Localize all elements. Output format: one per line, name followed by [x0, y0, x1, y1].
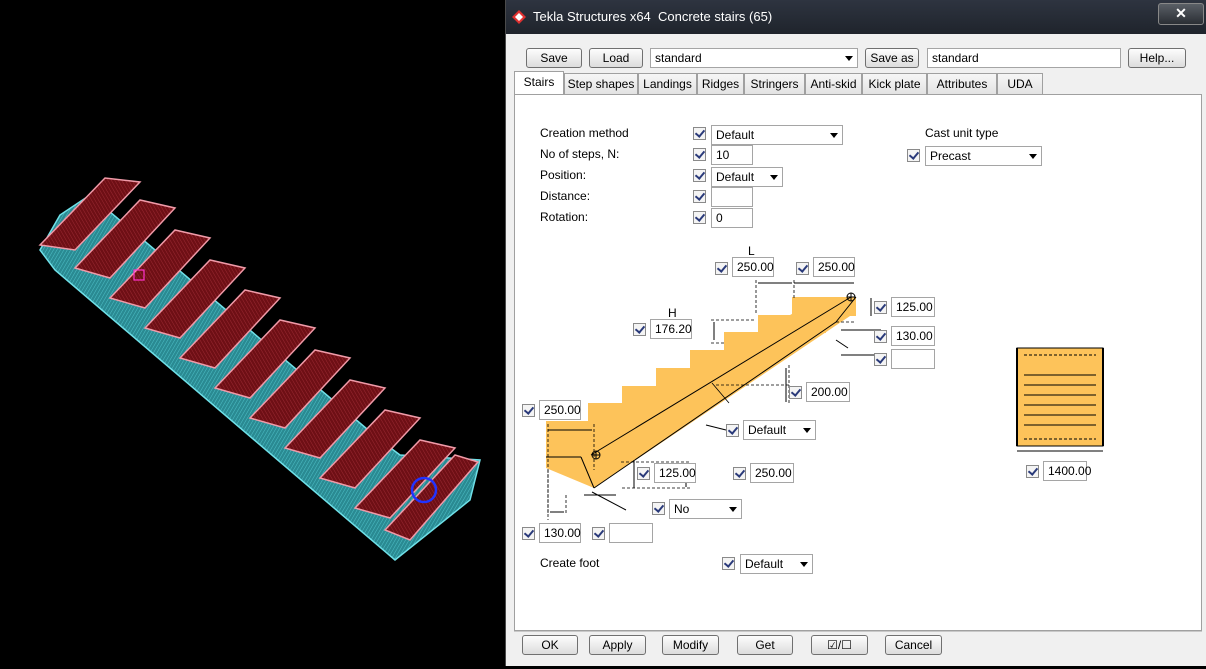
create-foot-value: Default [745, 557, 784, 571]
cast-unit-label: Cast unit type [925, 126, 999, 140]
creation-method-select[interactable]: Default [711, 125, 843, 145]
l1-checkbox[interactable] [715, 262, 728, 275]
concrete-stairs-dialog: Tekla Structures x64 Concrete stairs (65… [505, 0, 1206, 666]
steps-label: No of steps, N: [540, 147, 620, 161]
position-label: Position: [540, 168, 587, 182]
steps-input[interactable]: 10 [711, 145, 753, 165]
chevron-down-icon [830, 133, 838, 138]
position-checkbox[interactable] [693, 169, 706, 182]
cast-unit-checkbox[interactable] [907, 149, 920, 162]
preset-value: standard [655, 51, 702, 65]
bottom-step-checkbox[interactable] [637, 467, 650, 480]
slab-type-value: Default [748, 423, 787, 437]
creation-method-value: Default [716, 128, 755, 142]
bottom-offset1-checkbox[interactable] [522, 527, 535, 540]
bottom-height-checkbox[interactable] [733, 467, 746, 480]
width-input[interactable]: 1400.00 [1043, 461, 1091, 481]
tab-anti-skid[interactable]: Anti-skid [805, 73, 862, 95]
tab-step-shapes[interactable]: Step shapes [564, 73, 638, 95]
creation-method-label: Creation method [540, 126, 629, 140]
get-button[interactable]: Get [737, 635, 793, 655]
rotation-checkbox[interactable] [693, 211, 706, 224]
window-title: Tekla Structures x64 Concrete stairs (65… [533, 9, 773, 24]
load-button[interactable]: Load [589, 48, 643, 68]
chevron-down-icon [803, 428, 811, 433]
thickness-input[interactable]: 200.00 [806, 382, 850, 402]
bottom-offset2-checkbox[interactable] [592, 527, 605, 540]
distance-input[interactable] [711, 187, 753, 207]
distance-label: Distance: [540, 189, 591, 203]
h-checkbox[interactable] [633, 323, 646, 336]
chevron-down-icon [770, 175, 778, 180]
preset-select[interactable]: standard [650, 48, 858, 68]
bottom-height-input[interactable]: 250.00 [750, 463, 794, 483]
bottom-option-select[interactable]: No [669, 499, 742, 519]
create-foot-checkbox[interactable] [722, 557, 735, 570]
title-bar[interactable]: Tekla Structures x64 Concrete stairs (65… [506, 0, 1206, 34]
save-as-name-input[interactable]: standard [927, 48, 1121, 68]
position-select[interactable]: Default [711, 167, 783, 187]
bottom-offset1-input[interactable]: 130.00 [539, 523, 581, 543]
creation-method-checkbox[interactable] [693, 127, 706, 140]
cast-unit-value: Precast [930, 149, 971, 163]
modify-button[interactable]: Modify [662, 635, 719, 655]
rotation-input[interactable]: 0 [711, 208, 753, 228]
height-h-label: H [668, 306, 677, 320]
cancel-button[interactable]: Cancel [885, 635, 942, 655]
top-offset2-input[interactable]: 130.00 [891, 326, 935, 346]
ok-button[interactable]: OK [522, 635, 578, 655]
cast-unit-select[interactable]: Precast [925, 146, 1042, 166]
apply-button[interactable]: Apply [589, 635, 646, 655]
top-offset2-checkbox[interactable] [874, 330, 887, 343]
h-input[interactable]: 176.20 [650, 319, 692, 339]
rotation-label: Rotation: [540, 210, 589, 224]
close-icon[interactable]: ✕ [1158, 3, 1204, 25]
stair-3d-model [38, 177, 481, 561]
left-length-input[interactable]: 250.00 [539, 400, 581, 420]
steps-checkbox[interactable] [693, 148, 706, 161]
stair-profile-diagram [546, 280, 881, 520]
tab-stairs[interactable]: Stairs [514, 71, 564, 95]
bottom-step-input[interactable]: 125.00 [654, 463, 696, 483]
create-foot-select[interactable]: Default [740, 554, 813, 574]
chevron-down-icon [800, 562, 808, 567]
toggle-all-checkboxes-button[interactable]: ☑/☐ [811, 635, 868, 655]
top-offset3-checkbox[interactable] [874, 353, 887, 366]
top-offset3-input[interactable] [891, 349, 935, 369]
tab-ridges[interactable]: Ridges [697, 73, 744, 95]
tab-landings[interactable]: Landings [638, 73, 697, 95]
save-button[interactable]: Save [526, 48, 582, 68]
position-value: Default [716, 170, 755, 184]
tekla-logo-icon [512, 10, 526, 24]
footer-divider [514, 631, 1202, 632]
l2-input[interactable]: 250.00 [813, 257, 855, 277]
chevron-down-icon [729, 507, 737, 512]
left-length-checkbox[interactable] [522, 404, 535, 417]
top-offset1-checkbox[interactable] [874, 301, 887, 314]
l2-checkbox[interactable] [796, 262, 809, 275]
distance-checkbox[interactable] [693, 190, 706, 203]
chevron-down-icon [845, 56, 853, 61]
length-l-label: L [748, 244, 755, 258]
save-as-button[interactable]: Save as [865, 48, 919, 68]
model-viewport[interactable] [0, 0, 505, 666]
width-checkbox[interactable] [1026, 465, 1039, 478]
stair-plan-diagram [1016, 347, 1104, 452]
slab-type-select[interactable]: Default [743, 420, 816, 440]
create-foot-label: Create foot [540, 556, 600, 570]
top-offset1-input[interactable]: 125.00 [891, 297, 935, 317]
tab-uda[interactable]: UDA [997, 73, 1043, 95]
bottom-offset2-input[interactable] [609, 523, 653, 543]
tab-kick-plate[interactable]: Kick plate [862, 73, 927, 95]
bottom-option-value: No [674, 502, 690, 516]
chevron-down-icon [1029, 154, 1037, 159]
tab-stringers[interactable]: Stringers [744, 73, 805, 95]
help-button[interactable]: Help... [1128, 48, 1186, 68]
l1-input[interactable]: 250.00 [732, 257, 774, 277]
slab-type-checkbox[interactable] [726, 424, 739, 437]
thickness-checkbox[interactable] [789, 386, 802, 399]
bottom-option-checkbox[interactable] [652, 502, 665, 515]
tab-attributes[interactable]: Attributes [927, 73, 997, 95]
